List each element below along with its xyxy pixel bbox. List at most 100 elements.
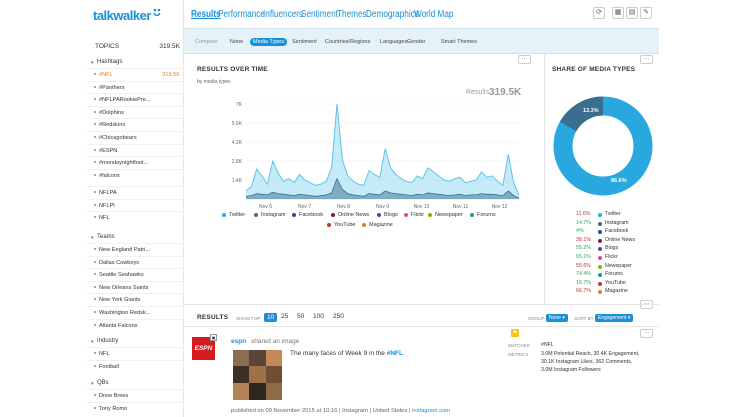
topics-label: TOPICS [95,43,120,50]
top-nav: Results Performance Influencers Sentiment Th… [184,0,659,28]
sidebar-item-label: #falcons [99,172,120,179]
chart-menu-button[interactable]: ... [518,54,531,64]
share-menu-button[interactable]: ... [640,54,653,64]
sidebar-item-label: #Redskins [99,122,126,129]
compare-sentiment[interactable]: Sentiment [292,39,317,45]
sort-dropdown[interactable]: Engagement ▾ [595,314,634,322]
share-title: SHARE OF MEDIA TYPES [552,66,636,73]
legend-label: Forums [477,212,496,218]
sidebar-item[interactable]: New York Giants [87,293,184,306]
sidebar-item[interactable]: NFLPI [87,198,184,212]
sidebar-item[interactable]: NFL [87,347,184,360]
y-tick-label: 7K [236,102,243,108]
bullet-icon [94,298,96,301]
sidebar-item[interactable]: #Chicagobears [87,130,184,144]
sidebar-item[interactable]: Tony Romo [87,401,184,415]
sidebar-item[interactable]: #mondaynightfoot... [87,156,184,169]
sidebar-item[interactable]: New Orleans Saints [87,280,184,294]
sidebar-item[interactable]: Washington Redsk... [87,305,184,319]
sidebar-item[interactable]: NFL [87,211,184,224]
logo[interactable]: talkwalker [93,8,161,23]
post-author[interactable]: espn [231,338,246,345]
show-top-option[interactable]: 50 [297,313,304,320]
metrics-line-1: 3.0M Potential Reach, 30.4K Engagement, [541,351,640,357]
show-top-option[interactable]: 100 [313,313,324,320]
sidebar-item[interactable]: #Redskins [87,118,184,131]
caret-down-icon: ▾ [91,235,94,241]
share-donut-chart: 13.3% 86.6% [553,96,653,196]
sidebar-item[interactable]: Seattle Seahawks [87,268,184,281]
compare-none[interactable]: None [230,39,243,45]
show-top-label: SHOW TOP [236,316,261,321]
group-label: GROUP [528,316,545,321]
hashtags-header[interactable]: ▾ Hashtags [87,58,184,68]
legend-item-facebook[interactable]: Facebook [292,212,323,218]
tab-performance[interactable]: Performance [218,9,265,20]
legend-item-online-news[interactable]: Online News [331,212,369,218]
sidebar-item-label: #mondaynightfoot... [99,160,149,167]
show-top-option[interactable]: 250 [333,313,344,320]
legend-item-forums[interactable]: Forums [470,212,496,218]
sidebar-item[interactable]: Drew Brees [87,389,184,402]
legend-item-twitter[interactable]: Twitter [222,212,245,218]
sidebar-item-label: #Chicagobears [99,134,137,141]
compare-gender[interactable]: Gender [407,39,425,45]
sidebar-item[interactable]: #ESPN [87,143,184,157]
tab-influencers[interactable]: Influencers [263,9,303,20]
teams-title: Teams [97,234,115,240]
post-action: shared an image [250,338,300,345]
sidebar-item[interactable]: Football [87,359,184,373]
sidebar-item[interactable]: Dallas Cowboys [87,255,184,269]
flag-icon[interactable]: ⚑ [511,329,519,337]
grid-icon[interactable]: ▤ [626,7,638,19]
compare-media-types[interactable]: Media Types [250,38,288,46]
share-pct: 65.1% [576,254,592,260]
post-hashtag[interactable]: #NFL [387,350,403,357]
legend-item-newspaper[interactable]: Newspaper [428,212,463,218]
compare-smart-themes[interactable]: Smart Themes [441,39,477,45]
sidebar-item[interactable]: #NFLPARookiePre... [87,93,184,106]
tab-sentiment[interactable]: Sentiment [301,9,338,20]
legend-item-magazine[interactable]: Magazine [362,222,393,228]
refresh-icon[interactable]: ⟳ [593,7,605,19]
show-top-option[interactable]: 25 [281,313,288,320]
post-menu-button[interactable]: ... [640,328,653,338]
sidebar-item[interactable]: #NFL 319.5K [87,68,184,81]
tab-demographics[interactable]: Demographics [366,9,419,20]
sidebar-item[interactable]: New England Patri... [87,243,184,256]
bullet-icon [94,73,96,75]
industry-title: Industry [97,338,119,344]
topics-header[interactable]: TOPICS 319.5K [87,42,184,52]
hashtags-title: Hashtags [97,59,123,65]
legend-item-youtube[interactable]: YouTube [327,222,356,228]
teams-header[interactable]: ▾ Teams [87,233,184,243]
legend-item-flickr[interactable]: Flickr [404,212,424,218]
legend-label: Instagram [261,212,286,218]
sidebar-item-label: Drew Brees [99,393,129,399]
post-image[interactable] [233,350,282,400]
sidebar-item[interactable]: NFLPA [87,186,184,199]
compare-countries-regions[interactable]: Countries/Regions [325,39,370,45]
sidebar-item[interactable]: Atlanta Falcons [87,318,184,332]
industry-header[interactable]: ▾ Industry [87,337,184,347]
compare-languages[interactable]: Languages [380,39,407,45]
hashtags-section: ▾ Hashtags #NFL 319.5K #Panthers #NFLPARookie… [87,58,184,181]
legend-item-instagram[interactable]: Instagram [254,212,285,218]
tab-themes[interactable]: Themes [337,9,367,20]
bookmark-icon[interactable]: ✎ [640,7,652,19]
layout-icon[interactable]: ▦ [612,7,624,19]
legend-label: Online News [338,212,370,218]
post-source-link[interactable]: instagram.com [412,408,450,414]
qbs-header[interactable]: ▾ QBs [87,379,184,389]
group-dropdown[interactable]: None ▾ [546,314,568,322]
tab-results[interactable]: Results [191,9,221,20]
sidebar-item[interactable]: #Panthers [87,80,184,94]
logo-mark-icon [153,8,161,17]
sidebar-item[interactable]: #Dolphins [87,105,184,119]
legend-dot-icon [331,212,335,217]
show-top-option[interactable]: 10 [264,313,278,322]
tab-world-map[interactable]: World Map [414,9,454,20]
sidebar-item-label: Dallas Cowboys [99,259,140,266]
legend-item-blogs[interactable]: Blogs [377,212,398,218]
sidebar-item[interactable]: #falcons [87,168,184,182]
